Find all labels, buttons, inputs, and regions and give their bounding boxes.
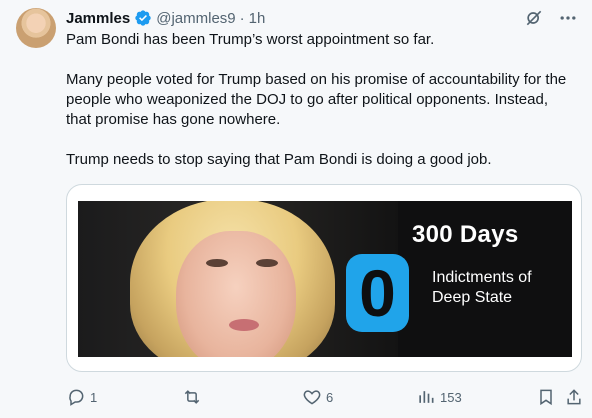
big-zero-badge: 0 <box>346 254 409 332</box>
reply-icon <box>66 387 86 407</box>
reply-count: 1 <box>90 389 98 405</box>
bookmark-button[interactable] <box>536 387 556 407</box>
heart-icon <box>302 387 322 407</box>
share-button[interactable] <box>564 387 584 407</box>
grok-icon[interactable] <box>524 8 544 28</box>
more-icon[interactable] <box>558 8 578 28</box>
tweet-text: Pam Bondi has been Trump’s worst appoint… <box>66 31 567 168</box>
like-count: 6 <box>326 389 334 405</box>
like-button[interactable]: 6 <box>302 387 333 407</box>
portrait-eye-left <box>206 259 228 267</box>
media-subtitle: Indictments of Deep State <box>432 269 532 306</box>
author-name[interactable]: Jammles <box>66 10 130 27</box>
media-image[interactable]: 300 Days 0 Indictments of Deep State <box>78 201 572 357</box>
verified-badge-icon <box>134 9 152 27</box>
tweet-header: Jammles @jammles9 · 1h <box>66 7 578 29</box>
share-icon <box>564 387 584 407</box>
separator-dot: · <box>239 9 245 27</box>
portrait-lips <box>229 319 259 331</box>
tweet-card[interactable]: Jammles @jammles9 · 1h Pam Bondi has bee… <box>0 0 592 418</box>
media-card[interactable]: 300 Days 0 Indictments of Deep State <box>66 184 582 372</box>
portrait-face <box>176 231 296 357</box>
portrait-eye-right <box>256 259 278 267</box>
action-bar: 1 6 153 <box>66 385 581 409</box>
avatar[interactable] <box>16 8 56 48</box>
view-count: 153 <box>440 389 462 405</box>
retweet-button[interactable] <box>182 387 206 407</box>
retweet-icon <box>182 387 202 407</box>
views-icon <box>416 387 436 407</box>
media-headline: 300 Days <box>412 221 519 248</box>
timestamp[interactable]: 1h <box>249 10 266 27</box>
reply-button[interactable]: 1 <box>66 387 97 407</box>
author-handle[interactable]: @jammles9 <box>156 10 235 27</box>
header-actions <box>524 8 578 28</box>
views-button[interactable]: 153 <box>416 387 462 407</box>
bookmark-icon <box>536 387 556 407</box>
